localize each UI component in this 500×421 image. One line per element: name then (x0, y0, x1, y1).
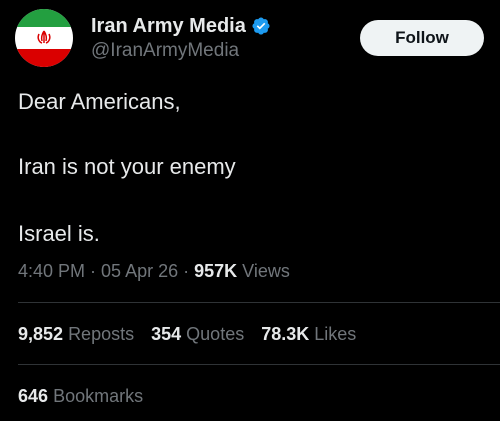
author-handle[interactable]: @IranArmyMedia (91, 39, 271, 63)
likes-count: 78.3K (261, 324, 310, 344)
divider (18, 364, 500, 365)
tweet-time[interactable]: 4:40 PM (18, 261, 85, 281)
verified-badge-icon[interactable] (251, 16, 271, 36)
tweet-header: Iran Army Media @IranArmyMedia Follow (15, 9, 493, 73)
tweet-meta: 4:40 PM · 05 Apr 26 · 957K Views (18, 259, 290, 283)
quotes-count: 354 (151, 324, 182, 344)
tweet-text-line-3: Israel is. (18, 221, 100, 246)
bookmarks-count: 646 (18, 386, 49, 406)
tweet-date[interactable]: 05 Apr 26 (101, 261, 178, 281)
bookmarks-label: Bookmarks (53, 386, 144, 406)
divider (18, 302, 500, 303)
likes-label: Likes (314, 324, 357, 344)
bookmarks-stat[interactable]: 646 Bookmarks (18, 384, 143, 408)
views-label: Views (237, 261, 290, 281)
flag-green-band (15, 9, 73, 27)
reposts-label: Reposts (68, 324, 135, 344)
quotes-stat[interactable]: 354 Quotes (151, 322, 244, 346)
meta-separator: · (178, 261, 195, 281)
tweet-text-line-2: Iran is not your enemy (18, 154, 236, 179)
reposts-count: 9,852 (18, 324, 64, 344)
meta-separator: · (85, 261, 102, 281)
likes-stat[interactable]: 78.3K Likes (261, 322, 356, 346)
views-count: 957K (194, 261, 238, 281)
author-display-name[interactable]: Iran Army Media (91, 14, 246, 38)
follow-button[interactable]: Follow (360, 20, 484, 56)
engagement-stats: 9,852 Reposts 354 Quotes 78.3K Likes (18, 322, 356, 346)
author-names: Iran Army Media @IranArmyMedia (91, 14, 271, 63)
flag-red-band (15, 49, 73, 67)
reposts-stat[interactable]: 9,852 Reposts (18, 322, 134, 346)
iran-emblem-icon (37, 30, 51, 44)
tweet-text-line-1: Dear Americans, (18, 89, 181, 114)
avatar[interactable] (15, 9, 73, 67)
quotes-label: Quotes (186, 324, 245, 344)
